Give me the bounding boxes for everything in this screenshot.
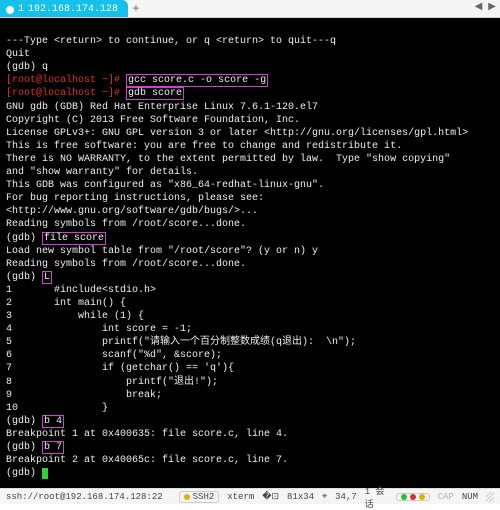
src-line-2: 2 int main() {	[6, 298, 126, 309]
gdb-banner-5: There is NO WARRANTY, to the extent perm…	[6, 154, 450, 165]
src-line-5: 5 printf("请输入一个百分制整数成绩(q退出): \n");	[6, 337, 356, 348]
status-ssh[interactable]: SSH2	[179, 491, 220, 503]
tab-title: 192.168.174.128	[28, 4, 118, 15]
gdb-banner-8: For bug reporting instructions, please s…	[6, 193, 264, 204]
gdb-read-1: Reading symbols from /root/score...done.	[6, 219, 246, 230]
cmd-list: L	[42, 271, 52, 284]
tab-scroll-right[interactable]: ▶	[488, 1, 496, 13]
gdb-banner-2: Copyright (C) 2013 Free Software Foundat…	[6, 115, 300, 126]
led-red-icon	[410, 494, 416, 500]
lock-icon	[184, 494, 190, 500]
breakpoint-1: Breakpoint 1 at 0x400635: file score.c, …	[6, 429, 288, 440]
terminal-output[interactable]: ---Type <return> to continue, or q <retu…	[0, 18, 500, 488]
led-green-icon	[401, 494, 407, 500]
status-size: 81x34	[287, 492, 314, 502]
status-num: NUM	[462, 492, 478, 502]
gdb-banner-6: and "show warranty" for details.	[6, 167, 198, 178]
line-quit: Quit	[6, 49, 30, 60]
shell-prompt-1: [root@localhost ~]#	[6, 75, 120, 86]
gdb-banner-9: <http://www.gnu.org/software/gdb/bugs/>.…	[6, 206, 258, 217]
status-pos: 34,7	[335, 492, 357, 502]
resize-grip-icon[interactable]	[486, 492, 494, 502]
tab-scroll-controls: ◀ ▶	[475, 1, 496, 13]
status-connection: ssh://root@192.168.174.128:22	[6, 492, 163, 502]
status-bar: ssh://root@192.168.174.128:22 SSH2 xterm…	[0, 488, 500, 504]
led-yellow-icon	[419, 494, 425, 500]
src-line-4: 4 int score = -1;	[6, 324, 192, 335]
gdb-prompt-file: (gdb)	[6, 233, 36, 244]
gdb-prompt-b7: (gdb)	[6, 442, 36, 453]
status-cap: CAP	[438, 492, 454, 502]
gdb-load: Load new symbol table from "/root/score"…	[6, 246, 318, 257]
tab-scroll-left[interactable]: ◀	[475, 1, 483, 13]
tab-status-dot	[6, 6, 14, 14]
line-hint: ---Type <return> to continue, or q <retu…	[6, 36, 336, 47]
src-line-7: 7 if (getchar() == 'q'){	[6, 363, 234, 374]
shell-prompt-2: [root@localhost ~]#	[6, 88, 120, 99]
cmd-b7: b 7	[42, 441, 64, 454]
gdb-banner-7: This GDB was configured as "x86_64-redha…	[6, 180, 324, 191]
status-pos-icon: ⌖	[322, 492, 327, 502]
status-termtype: xterm	[227, 492, 254, 502]
cmd-file-score: file score	[42, 232, 106, 245]
gdb-banner-4: This is free software: you are free to c…	[6, 141, 402, 152]
line-gdb-q: (gdb) q	[6, 62, 48, 73]
gdb-prompt-b4: (gdb)	[6, 416, 36, 427]
src-line-9: 9 break;	[6, 390, 162, 401]
gdb-banner-3: License GPLv3+: GNU GPL version 3 or lat…	[6, 128, 468, 139]
gdb-prompt-l: (gdb)	[6, 272, 36, 283]
terminal-cursor	[42, 468, 48, 479]
src-line-6: 6 scanf("%d", &score);	[6, 350, 222, 361]
gdb-read-2: Reading symbols from /root/score...done.	[6, 259, 246, 270]
cmd-gcc: gcc score.c -o score -g	[126, 74, 268, 87]
status-size-icon: �⊡	[262, 492, 279, 502]
src-line-1: 1 #include<stdio.h>	[6, 285, 156, 296]
tab-add-button[interactable]: +	[128, 0, 144, 17]
cmd-gdb: gdb score	[126, 87, 184, 100]
cmd-b4: b 4	[42, 415, 64, 428]
tab-active[interactable]: 1 192.168.174.128	[0, 0, 128, 17]
gdb-prompt-last: (gdb)	[6, 468, 42, 479]
tab-bar: 1 192.168.174.128 + ◀ ▶	[0, 0, 500, 18]
src-line-8: 8 printf("退出!");	[6, 377, 218, 388]
status-leds	[396, 493, 430, 501]
breakpoint-2: Breakpoint 2 at 0x40065c: file score.c, …	[6, 455, 288, 466]
src-line-3: 3 while (1) {	[6, 311, 144, 322]
gdb-banner-1: GNU gdb (GDB) Red Hat Enterprise Linux 7…	[6, 102, 318, 113]
status-sessions: 1 会话	[365, 484, 388, 510]
src-line-10: 10 }	[6, 403, 108, 414]
tab-index: 1	[18, 4, 24, 15]
